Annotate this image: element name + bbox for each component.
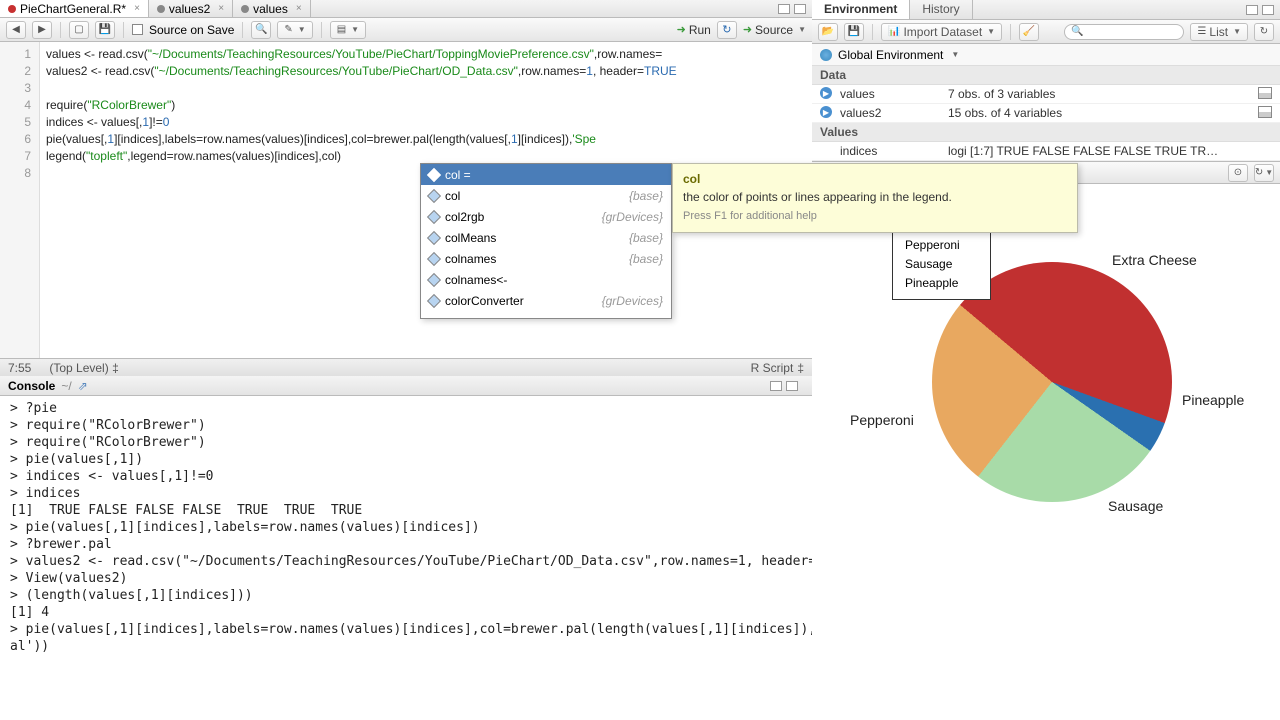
autocomplete-help-popup: col the color of points or lines appeari… bbox=[672, 163, 1078, 233]
save-workspace-button[interactable]: 💾 bbox=[844, 23, 864, 41]
env-row-indices[interactable]: indiceslogi [1:7] TRUE FALSE FALSE FALSE… bbox=[812, 142, 1280, 161]
global-env-selector[interactable]: Global Environment▼ bbox=[812, 44, 1280, 66]
import-dataset-button[interactable]: 📊 Import Dataset▼ bbox=[881, 23, 1002, 41]
pie-label-sa: Sausage bbox=[1108, 498, 1163, 514]
tab-values[interactable]: values× bbox=[233, 0, 311, 17]
globe-icon bbox=[820, 49, 832, 61]
console-path: ~/ bbox=[61, 379, 71, 393]
env-search-input[interactable]: 🔍 bbox=[1064, 24, 1184, 40]
data-section-header: Data bbox=[812, 66, 1280, 85]
expand-icon[interactable]: ▶ bbox=[820, 106, 832, 118]
minimize-console-button[interactable] bbox=[770, 381, 782, 391]
maximize-console-button[interactable] bbox=[786, 381, 798, 391]
plot-zoom-button[interactable]: ⊙ bbox=[1228, 164, 1248, 182]
env-pane-tabs: Environment History bbox=[812, 0, 1280, 20]
autocomplete-item[interactable]: col{base} bbox=[421, 185, 671, 206]
scope-indicator[interactable]: (Top Level) ‡ bbox=[49, 361, 118, 375]
filetype-indicator[interactable]: R Script bbox=[751, 361, 794, 375]
tab-values2[interactable]: values2× bbox=[149, 0, 233, 17]
autocomplete-item[interactable]: colMeans{base} bbox=[421, 227, 671, 248]
find-button[interactable]: 🔍 bbox=[251, 21, 271, 39]
tab-history[interactable]: History bbox=[910, 0, 972, 19]
expand-icon[interactable]: ▶ bbox=[820, 87, 832, 99]
console-title: Console bbox=[8, 379, 55, 393]
autocomplete-item[interactable]: colnames{base} bbox=[421, 248, 671, 269]
autocomplete-item[interactable]: colnames<- bbox=[421, 269, 671, 290]
console-header: Console ~/ ⇗ bbox=[0, 376, 812, 396]
pie-label-pi: Pineapple bbox=[1182, 392, 1244, 408]
values-section-header: Values bbox=[812, 123, 1280, 142]
clear-workspace-button[interactable]: 🧹 bbox=[1019, 23, 1039, 41]
source-tabs: PieChartGeneral.R*× values2× values× bbox=[0, 0, 812, 18]
load-workspace-button[interactable]: 📂 bbox=[818, 23, 838, 41]
rerun-button[interactable]: ↻ bbox=[717, 21, 737, 39]
source-button[interactable]: ➜Source▼ bbox=[743, 23, 806, 37]
forward-button[interactable]: ▶ bbox=[32, 21, 52, 39]
save-button[interactable]: 💾 bbox=[95, 21, 115, 39]
close-icon[interactable]: × bbox=[296, 3, 302, 14]
run-button[interactable]: ➜Run bbox=[677, 23, 711, 37]
source-toolbar: ◀ ▶ ▢ 💾 Source on Save 🔍 ✎▼ ▤▼ ➜Run ↻ ➜S… bbox=[0, 18, 812, 42]
maximize-env-button[interactable] bbox=[1262, 5, 1274, 15]
env-row-values[interactable]: ▶ values7 obs. of 3 variables bbox=[812, 85, 1280, 104]
minimize-env-button[interactable] bbox=[1246, 5, 1258, 15]
spreadsheet-icon[interactable] bbox=[1258, 87, 1272, 99]
source-on-save-label: Source on Save bbox=[149, 23, 234, 37]
gutter: 12345678 bbox=[0, 42, 40, 358]
list-view-button[interactable]: ☰ List▼ bbox=[1190, 23, 1248, 41]
autocomplete-item[interactable]: col2rgb{grDevices} bbox=[421, 206, 671, 227]
autocomplete-item[interactable]: col = bbox=[421, 164, 671, 185]
editor-statusbar: 7:55 (Top Level) ‡ R Script ‡ bbox=[0, 358, 812, 376]
maximize-pane-button[interactable] bbox=[794, 4, 806, 14]
report-button[interactable]: ▤▼ bbox=[330, 21, 366, 39]
cursor-position: 7:55 bbox=[8, 361, 31, 375]
refresh-env-button[interactable]: ↻ bbox=[1254, 23, 1274, 41]
plot-refresh-button[interactable]: ↻▼ bbox=[1254, 164, 1274, 182]
plot-pane: ◀ ▶ ⊙ ↻▼ Extra Cheese Pepperoni Sausage … bbox=[812, 161, 1280, 720]
spreadsheet-icon[interactable] bbox=[1258, 106, 1272, 118]
autocomplete-item[interactable]: colorConverter{grDevices} bbox=[421, 290, 671, 311]
pie-label-ec: Extra Cheese bbox=[1112, 252, 1197, 268]
autocomplete-popup[interactable]: col =col{base}col2rgb{grDevices}colMeans… bbox=[420, 163, 672, 319]
close-icon[interactable]: × bbox=[218, 3, 224, 14]
env-toolbar: 📂 💾 📊 Import Dataset▼ 🧹 🔍 ☰ List▼ ↻ bbox=[812, 20, 1280, 44]
tab-environment[interactable]: Environment bbox=[812, 0, 910, 19]
tab-piechartgeneral[interactable]: PieChartGeneral.R*× bbox=[0, 0, 149, 17]
env-row-values2[interactable]: ▶ values215 obs. of 4 variables bbox=[812, 104, 1280, 123]
console-link-icon[interactable]: ⇗ bbox=[78, 379, 88, 393]
close-icon[interactable]: × bbox=[134, 3, 140, 14]
console-body[interactable]: > ?pie > require("RColorBrewer") > requi… bbox=[0, 396, 812, 720]
back-button[interactable]: ◀ bbox=[6, 21, 26, 39]
wand-button[interactable]: ✎▼ bbox=[277, 21, 312, 39]
pie-label-pe: Pepperoni bbox=[850, 412, 914, 428]
source-on-save-checkbox[interactable] bbox=[132, 24, 143, 35]
show-in-new-window-button[interactable]: ▢ bbox=[69, 21, 89, 39]
minimize-pane-button[interactable] bbox=[778, 4, 790, 14]
